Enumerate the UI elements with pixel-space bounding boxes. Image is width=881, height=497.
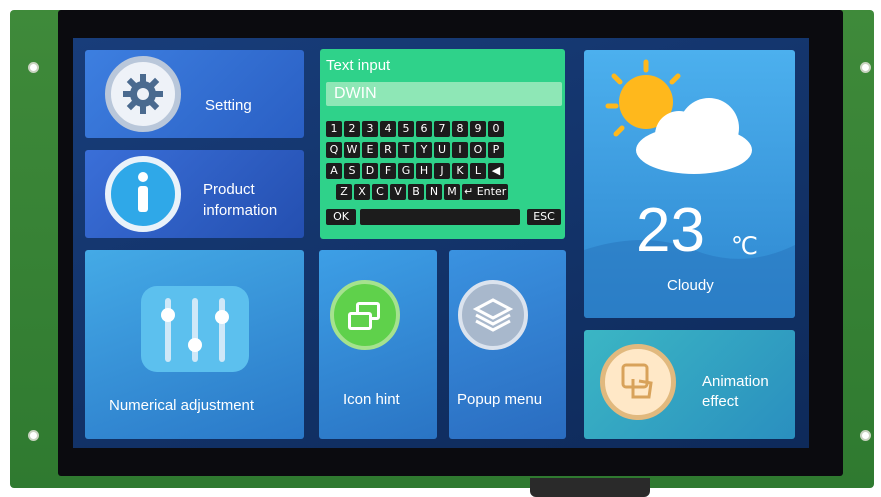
keyboard-key[interactable]: 0 bbox=[488, 121, 504, 137]
text-input-panel: Text input DWIN 1234567890 QWERTYUIOP AS… bbox=[320, 49, 565, 239]
animation-label-line2: effect bbox=[702, 393, 739, 410]
keyboard-key[interactable]: O bbox=[470, 142, 486, 158]
weather-condition: Cloudy bbox=[667, 277, 714, 294]
ok-key[interactable]: OK bbox=[326, 209, 356, 225]
keyboard-key[interactable]: 2 bbox=[344, 121, 360, 137]
animation-effect-tile[interactable]: Animation effect bbox=[584, 330, 795, 439]
keyboard-key[interactable]: J bbox=[434, 163, 450, 179]
keyboard-key[interactable]: H bbox=[416, 163, 432, 179]
mount-hole bbox=[28, 430, 39, 441]
keyboard-key[interactable]: R bbox=[380, 142, 396, 158]
keyboard-key[interactable]: A bbox=[326, 163, 342, 179]
product-information-tile[interactable]: Product information bbox=[85, 150, 304, 238]
keyboard-key[interactable]: K bbox=[452, 163, 468, 179]
keyboard-key[interactable]: N bbox=[426, 184, 442, 200]
info-icon bbox=[105, 156, 181, 232]
temperature-unit: ℃ bbox=[731, 233, 758, 260]
keyboard-key[interactable]: ↵ Enter bbox=[462, 184, 509, 200]
keyboard-key[interactable]: Y bbox=[416, 142, 432, 158]
keyboard-row-qwerty: QWERTYUIOP bbox=[326, 142, 504, 158]
keyboard-key[interactable]: T bbox=[398, 142, 414, 158]
popup-menu-label: Popup menu bbox=[457, 391, 543, 408]
keyboard-key[interactable]: Z bbox=[336, 184, 352, 200]
icon-hint-label: Icon hint bbox=[343, 391, 400, 408]
keyboard-key[interactable]: F bbox=[380, 163, 396, 179]
keyboard-key[interactable]: B bbox=[408, 184, 424, 200]
esc-key[interactable]: ESC bbox=[527, 209, 561, 225]
keyboard-key[interactable]: 5 bbox=[398, 121, 414, 137]
keyboard-row-zxcv: Z X C V B N M ↵ Enter bbox=[336, 184, 509, 200]
keyboard-key[interactable]: 9 bbox=[470, 121, 486, 137]
mount-hole bbox=[28, 62, 39, 73]
keyboard-key[interactable]: 6 bbox=[416, 121, 432, 137]
keyboard-key[interactable]: P bbox=[488, 142, 504, 158]
space-key[interactable] bbox=[360, 209, 520, 225]
keyboard-key[interactable]: X bbox=[354, 184, 370, 200]
keyboard-key[interactable]: E bbox=[362, 142, 378, 158]
keyboard-row-numbers: 1234567890 bbox=[326, 121, 504, 137]
keyboard-key[interactable]: 8 bbox=[452, 121, 468, 137]
keyboard-key[interactable]: I bbox=[452, 142, 468, 158]
product-label-line1: Product bbox=[203, 181, 255, 198]
keyboard-row-asdf: A S D F G H J K L ◀ bbox=[326, 163, 504, 179]
ribbon-connector bbox=[530, 478, 650, 497]
product-label-line2: information bbox=[203, 202, 278, 219]
keyboard-key[interactable]: C bbox=[372, 184, 388, 200]
animation-label-line1: Animation bbox=[702, 373, 769, 390]
keyboard-key[interactable]: 3 bbox=[362, 121, 378, 137]
icon-hint-tile[interactable]: Icon hint bbox=[319, 250, 437, 439]
touch-icon bbox=[600, 344, 676, 420]
gear-icon bbox=[105, 56, 181, 132]
text-input-field[interactable]: DWIN bbox=[326, 82, 562, 106]
keyboard-key[interactable]: S bbox=[344, 163, 360, 179]
text-input-title: Text input bbox=[326, 57, 391, 74]
popup-menu-tile[interactable]: Popup menu bbox=[449, 250, 566, 439]
keyboard-key[interactable]: ◀ bbox=[488, 163, 504, 179]
keyboard-key[interactable]: Q bbox=[326, 142, 342, 158]
keyboard-key[interactable]: G bbox=[398, 163, 414, 179]
window-icon bbox=[330, 280, 400, 350]
keyboard-key[interactable]: U bbox=[434, 142, 450, 158]
mount-hole bbox=[860, 62, 871, 73]
layers-icon bbox=[458, 280, 528, 350]
setting-tile[interactable]: Setting bbox=[85, 50, 304, 138]
keyboard-key[interactable]: L bbox=[470, 163, 486, 179]
numerical-adjustment-tile[interactable]: Numerical adjustment bbox=[85, 250, 304, 439]
mount-hole bbox=[860, 430, 871, 441]
slider-icon bbox=[141, 286, 249, 372]
numerical-label: Numerical adjustment bbox=[109, 397, 255, 414]
setting-label: Setting bbox=[205, 97, 252, 114]
keyboard-key[interactable]: 4 bbox=[380, 121, 396, 137]
keyboard-key[interactable]: D bbox=[362, 163, 378, 179]
keyboard-key[interactable]: 7 bbox=[434, 121, 450, 137]
temperature-value: 23 bbox=[636, 196, 705, 265]
keyboard-key[interactable]: 1 bbox=[326, 121, 342, 137]
keyboard-key[interactable]: V bbox=[390, 184, 406, 200]
keyboard-key[interactable]: W bbox=[344, 142, 360, 158]
keyboard-key[interactable]: M bbox=[444, 184, 460, 200]
